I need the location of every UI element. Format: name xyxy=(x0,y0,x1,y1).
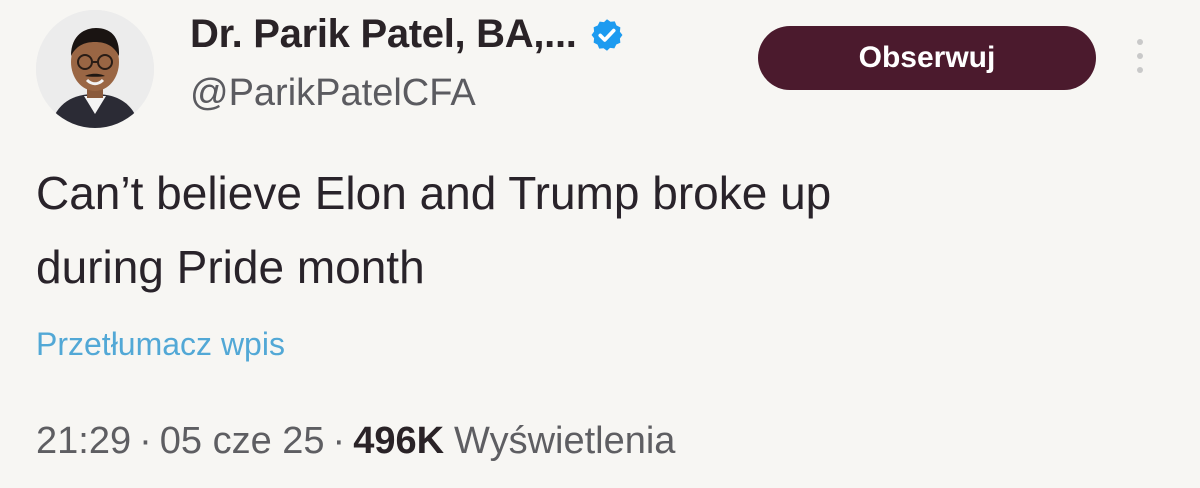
follow-button[interactable]: Obserwuj xyxy=(758,26,1096,90)
views-count[interactable]: 496K xyxy=(353,420,444,463)
avatar[interactable] xyxy=(36,10,154,128)
tweet-text-line: during Pride month xyxy=(36,241,425,293)
views-label[interactable]: Wyświetlenia xyxy=(454,420,675,463)
tweet-meta: 21:29 · 05 cze 25 · 496K Wyświetlenia xyxy=(36,420,675,463)
author-display-name[interactable]: Dr. Parik Patel, BA,... xyxy=(190,12,577,57)
verified-badge-icon xyxy=(591,18,623,51)
meta-separator: · xyxy=(139,420,152,462)
author-name-row: Dr. Parik Patel, BA,... xyxy=(190,12,625,57)
author-handle[interactable]: @ParikPatelCFA xyxy=(190,72,476,115)
avatar-photo xyxy=(36,10,154,128)
tweet-card: Dr. Parik Patel, BA,... @ParikPatelCFA O… xyxy=(0,0,1200,488)
tweet-text-line: Can’t believe Elon and Trump broke up xyxy=(36,167,832,219)
meta-separator: · xyxy=(332,420,346,462)
tweet-date[interactable]: 05 cze 25 xyxy=(160,420,325,463)
tweet-time[interactable]: 21:29 xyxy=(36,420,131,463)
more-vertical-icon[interactable] xyxy=(1126,32,1154,80)
tweet-text: Can’t believe Elon and Trump broke up du… xyxy=(36,156,1156,304)
translate-post-link[interactable]: Przetłumacz wpis xyxy=(36,326,285,363)
